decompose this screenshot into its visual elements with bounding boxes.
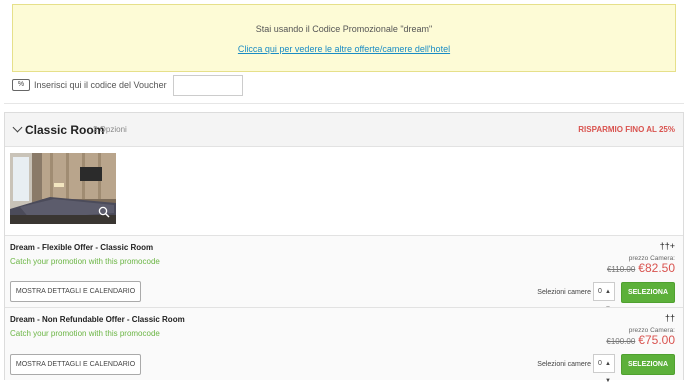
rooms-quantity-value: 0 xyxy=(598,288,602,295)
voucher-icon: % xyxy=(12,79,30,91)
select-caret-icon: ▲▼ xyxy=(605,361,611,384)
price-row: €110.00 €82.50 xyxy=(607,261,675,275)
voucher-input[interactable] xyxy=(172,74,243,96)
select-button[interactable]: SELEZIONA xyxy=(621,282,675,303)
guests-icon: ††+ xyxy=(659,241,675,251)
voucher-label: Inserisci qui il codice del Voucher xyxy=(34,80,167,90)
offer-promo-text: Catch your promotion with this promocode xyxy=(10,257,160,266)
rooms-quantity-select[interactable]: 0 ▲▼ xyxy=(593,354,615,384)
price-old: €100.00 xyxy=(606,337,636,346)
offer-title: Dream - Non Refundable Offer - Classic R… xyxy=(10,315,185,324)
guests-icon: †† xyxy=(664,313,675,323)
room-options-count: 2 Opzioni xyxy=(93,125,127,134)
savings-badge: RISPARMIO FINO AL 25% xyxy=(578,125,675,134)
offer-row: Dream - Flexible Offer - Classic Room Ca… xyxy=(5,235,683,312)
promo-code-message: Stai usando il Codice Promozionale "drea… xyxy=(255,24,433,34)
show-details-button[interactable]: MOSTRA DETTAGLI E CALENDARIO xyxy=(10,281,141,302)
zoom-icon[interactable] xyxy=(98,206,110,218)
rooms-quantity-value: 0 xyxy=(598,360,602,367)
offer-title: Dream - Flexible Offer - Classic Room xyxy=(10,243,154,252)
select-button[interactable]: SELEZIONA xyxy=(621,354,675,375)
divider xyxy=(4,103,684,104)
select-rooms-label: Selezioni camere xyxy=(537,289,591,296)
select-rooms-label: Selezioni camere xyxy=(537,361,591,368)
chevron-down-icon[interactable] xyxy=(12,122,23,133)
show-details-button[interactable]: MOSTRA DETTAGLI E CALENDARIO xyxy=(10,354,141,375)
other-offers-link[interactable]: Clicca qui per vedere le altre offerte/c… xyxy=(13,44,675,54)
offer-row: Dream - Non Refundable Offer - Classic R… xyxy=(5,307,683,384)
offer-promo-text: Catch your promotion with this promocode xyxy=(10,329,160,338)
price-row: €100.00 €75.00 xyxy=(606,333,675,347)
price-old: €110.00 xyxy=(606,265,636,274)
price-new: €75.00 xyxy=(638,333,675,347)
price-new: €82.50 xyxy=(638,261,675,275)
rooms-quantity-select[interactable]: 0 ▲▼ xyxy=(593,282,615,312)
room-header[interactable]: Classic Room 2 Opzioni RISPARMIO FINO AL… xyxy=(5,113,683,147)
promo-banner: Stai usando il Codice Promozionale "drea… xyxy=(12,4,676,72)
room-photo[interactable] xyxy=(10,153,116,224)
voucher-row: % Inserisci qui il codice del Voucher xyxy=(12,74,243,96)
room-card: Classic Room 2 Opzioni RISPARMIO FINO AL… xyxy=(4,112,684,384)
